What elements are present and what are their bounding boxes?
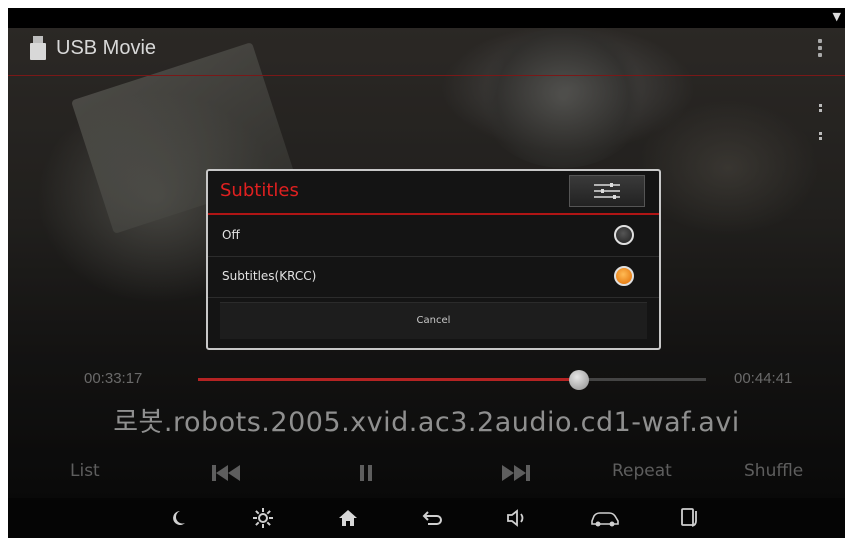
radio-button-selected[interactable] — [614, 266, 634, 286]
phone-projection-icon[interactable] — [670, 498, 710, 538]
subtitle-option-krcc[interactable]: Subtitles(KRCC) — [208, 257, 659, 298]
night-mode-icon[interactable] — [158, 498, 198, 538]
back-icon[interactable] — [413, 498, 453, 538]
option-label: Subtitles(KRCC) — [222, 269, 317, 283]
subtitle-settings-button[interactable] — [569, 175, 645, 207]
subtitles-dialog: Subtitles Off Subtitles(KRCC) Cancel — [206, 169, 661, 350]
dialog-title: Subtitles — [220, 180, 299, 201]
dialog-divider — [208, 213, 659, 215]
subtitle-option-off[interactable]: Off — [208, 216, 659, 257]
volume-icon[interactable] — [498, 498, 538, 538]
cancel-button[interactable]: Cancel — [220, 302, 647, 339]
radio-button-unselected[interactable] — [614, 225, 634, 245]
home-icon[interactable] — [328, 498, 368, 538]
dialog-scrim: Subtitles Off Subtitles(KRCC) Cancel — [8, 8, 845, 498]
head-unit-screen: ▼ USB Movie 00:33:17 00:44:41 로봇.robots.… — [8, 8, 845, 538]
brightness-icon[interactable] — [243, 498, 283, 538]
car-icon[interactable] — [585, 498, 625, 538]
system-nav-bar — [8, 498, 845, 538]
option-label: Off — [222, 228, 240, 242]
sliders-icon — [594, 183, 620, 199]
